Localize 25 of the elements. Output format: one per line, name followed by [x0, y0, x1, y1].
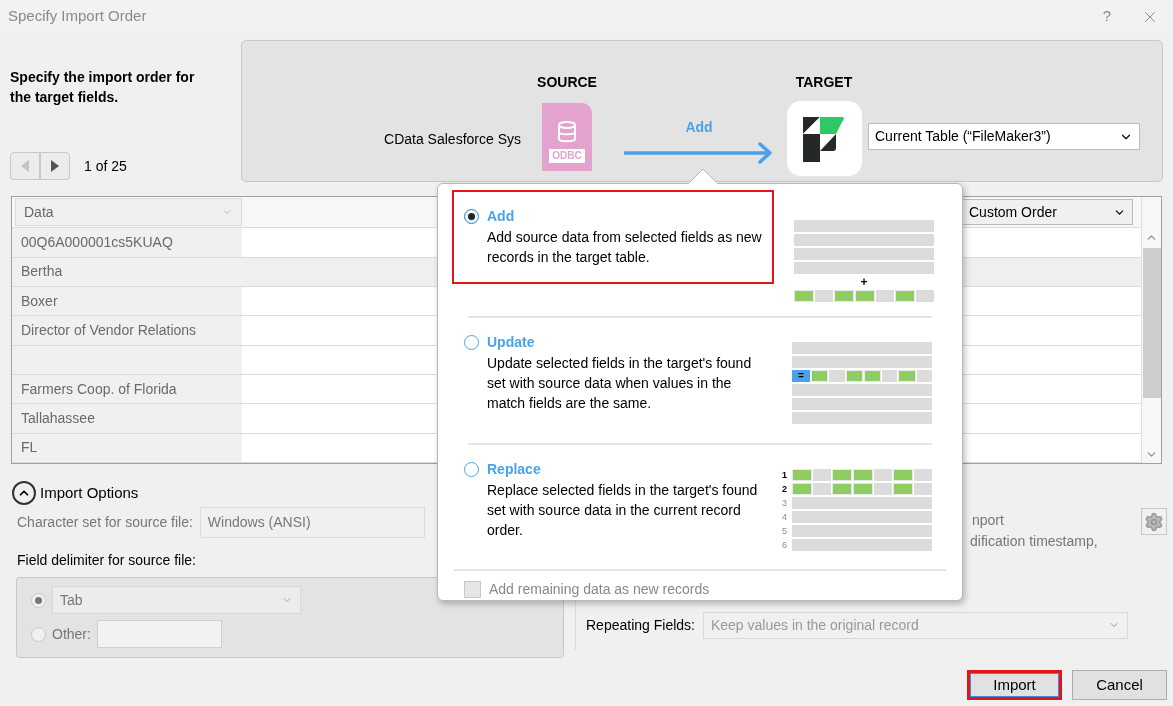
- delimiter-label: Field delimiter for source file:: [17, 551, 197, 570]
- update-records-drawing: =: [792, 342, 932, 425]
- add-records-drawing: +: [794, 220, 934, 302]
- option-description-text: dification timestamp,: [970, 532, 1098, 551]
- table-cell-text: Director of Vendor Relations: [21, 321, 197, 340]
- repeating-fields-label: Repeating Fields:: [586, 615, 695, 635]
- table-cell-text: FL: [21, 438, 38, 458]
- table-cell-text: 00Q6A000001cs5KUAQ: [21, 232, 173, 252]
- table-cell-text: Tallahassee: [21, 409, 95, 429]
- option-description-text: nport: [972, 511, 1005, 530]
- charset-label: Character set for source file:: [17, 513, 193, 532]
- source-label: SOURCE: [537, 73, 597, 92]
- target-label: TARGET: [795, 73, 853, 92]
- window-title: Specify Import Order: [8, 6, 147, 27]
- odbc-file-icon: ODBC: [542, 103, 592, 171]
- action-label: Add: [685, 118, 713, 137]
- source-name: CData Salesforce Sys: [384, 131, 521, 147]
- other-label: Other:: [52, 624, 91, 644]
- replace-records-drawing: 1 2 3 4 5 6: [782, 468, 932, 551]
- table-cell-text: Boxer: [21, 291, 58, 311]
- checkbox-label: Add remaining data as new records: [489, 580, 710, 599]
- table-cell-text: Farmers Coop. of Florida: [21, 379, 177, 399]
- table-cell-text: Bertha: [21, 262, 63, 282]
- record-counter: 1 of 25: [84, 156, 127, 176]
- instruction-text: Specify the import order for the target fields.: [10, 68, 196, 107]
